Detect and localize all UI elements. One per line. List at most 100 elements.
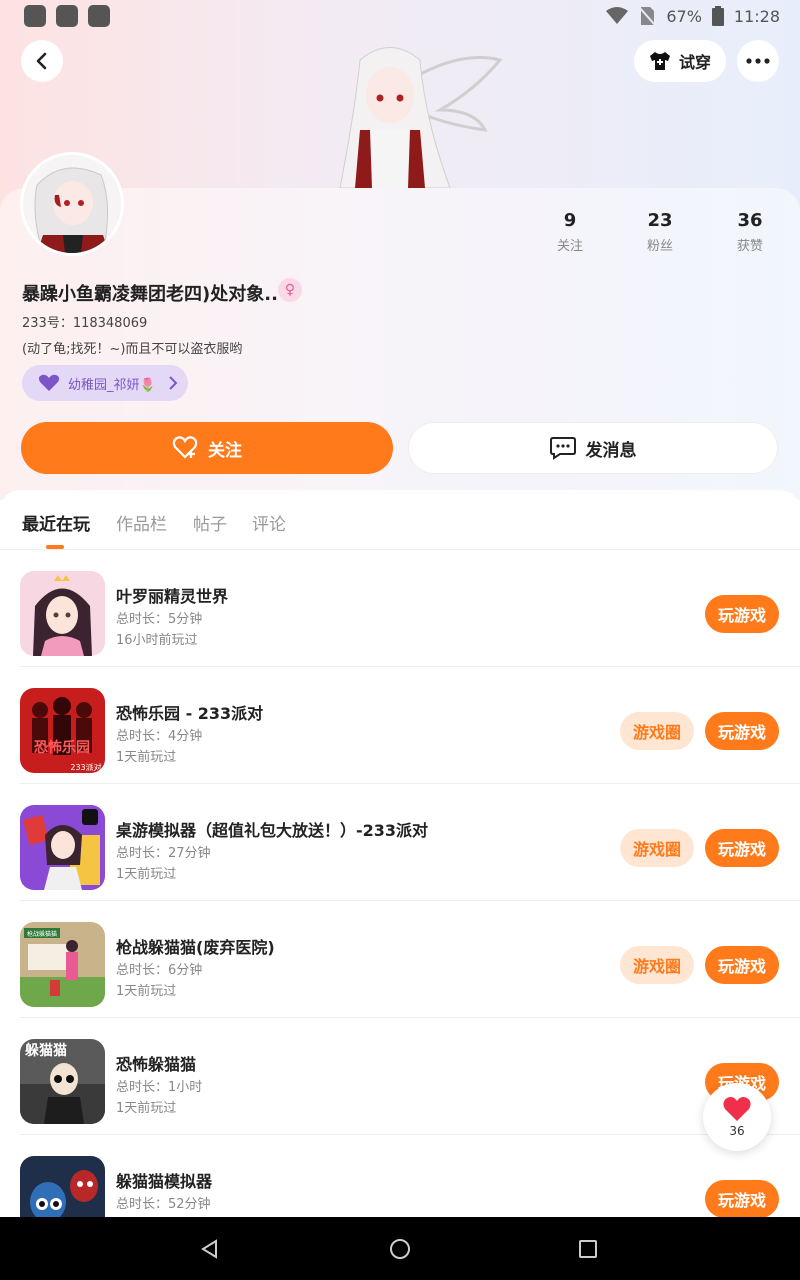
- clock: 11:28: [733, 6, 780, 26]
- heart-icon: [38, 374, 60, 391]
- play-game-button[interactable]: 玩游戏: [705, 1180, 779, 1218]
- game-duration: 总时长：5分钟: [116, 612, 203, 627]
- play-game-button[interactable]: 玩游戏: [705, 829, 779, 867]
- system-navigation-bar: [0, 1217, 800, 1280]
- stat-label: 粉丝: [646, 239, 673, 254]
- stat-number: 36: [737, 210, 763, 231]
- family-label: 幼稚园_祁妍🌷: [68, 377, 156, 393]
- game-last-played: 1天前玩过: [116, 750, 177, 765]
- circle-home-icon: [390, 1239, 410, 1259]
- chat-bubble-icon: [549, 437, 576, 460]
- family-link[interactable]: 幼稚园_祁妍🌷: [22, 365, 188, 401]
- back-nav-button[interactable]: [194, 1233, 226, 1265]
- game-duration: 总时长：1小时: [116, 1080, 203, 1095]
- game-thumbnail: 躲猫猫: [20, 1039, 105, 1124]
- tab-recently-played[interactable]: 最近在玩: [22, 510, 90, 535]
- stat-following[interactable]: 9 关注: [535, 210, 605, 254]
- game-circle-button[interactable]: 游戏圈: [620, 712, 694, 750]
- tab-posts[interactable]: 帖子: [193, 510, 227, 535]
- back-button[interactable]: [21, 40, 63, 82]
- avatar[interactable]: [20, 152, 124, 256]
- notification-icon: [56, 5, 78, 27]
- game-thumbnail: 恐怖乐园 233派对: [20, 688, 105, 773]
- follow-label: 关注: [208, 440, 242, 461]
- game-circle-button[interactable]: 游戏圈: [620, 829, 694, 867]
- game-last-played: 16小时前玩过: [116, 633, 198, 648]
- game-thumbnail: 枪战躲猫猫: [20, 922, 105, 1007]
- game-duration: 总时长：6分钟: [116, 963, 203, 978]
- game-icon-badge: 233派对: [70, 762, 101, 772]
- avatar-image: [23, 155, 121, 253]
- recents-nav-button[interactable]: [572, 1233, 604, 1265]
- like-button[interactable]: 36: [703, 1083, 771, 1151]
- game-list-item[interactable]: 桌游模拟器（超值礼包大放送！）-233派对 总时长：27分钟 1天前玩过 游戏圈…: [0, 784, 800, 901]
- game-icon[interactable]: 恐怖乐园 233派对: [20, 688, 105, 773]
- username: 暴躁小鱼霸凌舞团老四)处对象..: [22, 284, 278, 305]
- more-dots-icon: [746, 58, 770, 64]
- game-duration: 总时长：27分钟: [116, 846, 211, 861]
- user-id: 233号：118348069: [22, 316, 148, 331]
- follow-button[interactable]: 关注: [21, 422, 393, 474]
- try-on-button[interactable]: 试穿: [634, 40, 726, 82]
- stat-label: 获赞: [736, 239, 763, 254]
- play-game-button[interactable]: 玩游戏: [705, 712, 779, 750]
- character-avatar-illustration: [339, 47, 503, 188]
- chevron-left-icon: [36, 52, 47, 70]
- game-icon-text: 恐怖乐园: [34, 739, 90, 756]
- game-list-item[interactable]: 枪战躲猫猫 枪战躲猫猫(废弃医院) 总时长：6分钟 1天前玩过 游戏圈 玩游戏: [0, 901, 800, 1018]
- game-icon[interactable]: 躲猫猫: [20, 1039, 105, 1124]
- home-nav-button[interactable]: [384, 1233, 416, 1265]
- game-list-item[interactable]: 叶罗丽精灵世界 总时长：5分钟 16小时前玩过 玩游戏: [0, 550, 800, 667]
- game-last-played: 1天前玩过: [116, 984, 177, 999]
- game-thumbnail: [20, 571, 105, 656]
- game-list-item[interactable]: 恐怖乐园 233派对 恐怖乐园 - 233派对 总时长：4分钟 1天前玩过 游戏…: [0, 667, 800, 784]
- stat-label: 关注: [556, 239, 583, 254]
- shirt-icon: [649, 52, 670, 70]
- game-title: 枪战躲猫猫(废弃医院): [116, 938, 275, 957]
- play-game-button[interactable]: 玩游戏: [705, 946, 779, 984]
- game-duration: 总时长：52分钟: [116, 1197, 211, 1212]
- game-list-item[interactable]: 躲猫猫 恐怖躲猫猫 总时长：1小时 1天前玩过 玩游戏: [0, 1018, 800, 1135]
- stat-number: 23: [647, 210, 673, 231]
- game-icon[interactable]: [20, 805, 105, 890]
- message-label: 发消息: [585, 440, 637, 461]
- like-count: 36: [729, 1124, 745, 1138]
- battery-icon: [711, 6, 724, 26]
- game-icon[interactable]: 枪战躲猫猫: [20, 922, 105, 1007]
- follow-heart-icon: [172, 436, 198, 459]
- square-recents-icon: [579, 1240, 597, 1258]
- heart-icon: [723, 1097, 751, 1121]
- battery-percent: 67%: [666, 6, 702, 26]
- stat-number: 9: [563, 210, 577, 231]
- game-thumbnail: [20, 805, 105, 890]
- stat-followers[interactable]: 23 粉丝: [625, 210, 695, 254]
- game-title: 叶罗丽精灵世界: [116, 587, 229, 606]
- tab-works[interactable]: 作品栏: [116, 510, 167, 535]
- play-game-button[interactable]: 玩游戏: [705, 595, 779, 633]
- stat-likes[interactable]: 36 获赞: [715, 210, 785, 254]
- wifi-icon: [606, 7, 629, 24]
- no-sim-icon: [638, 6, 657, 26]
- game-title: 恐怖躲猫猫: [116, 1055, 197, 1074]
- notification-icon: [88, 5, 110, 27]
- game-title: 桌游模拟器（超值礼包大放送！）-233派对: [116, 821, 429, 840]
- message-button[interactable]: 发消息: [408, 422, 778, 474]
- game-icon-text: 躲猫猫: [25, 1042, 67, 1059]
- tab-comments[interactable]: 评论: [252, 510, 286, 535]
- game-icon[interactable]: [20, 571, 105, 656]
- game-duration: 总时长：4分钟: [116, 729, 203, 744]
- active-tab-indicator: [46, 545, 64, 549]
- chevron-right-icon: [168, 376, 178, 390]
- triangle-back-icon: [201, 1239, 217, 1259]
- game-last-played: 1天前玩过: [116, 1101, 177, 1116]
- game-circle-button[interactable]: 游戏圈: [620, 946, 694, 984]
- try-on-label: 试穿: [678, 53, 711, 72]
- user-bio: (动了龟;找死！~)而且不可以盗衣服哟: [22, 342, 243, 357]
- notification-icon: [24, 5, 46, 27]
- more-button[interactable]: [737, 40, 779, 82]
- game-last-played: 1天前玩过: [116, 867, 177, 882]
- status-bar: 67% 11:28: [0, 0, 800, 34]
- game-title: 恐怖乐园 - 233派对: [116, 704, 264, 723]
- game-title: 躲猫猫模拟器: [116, 1172, 213, 1191]
- game-icon-text: 枪战躲猫猫: [27, 930, 57, 938]
